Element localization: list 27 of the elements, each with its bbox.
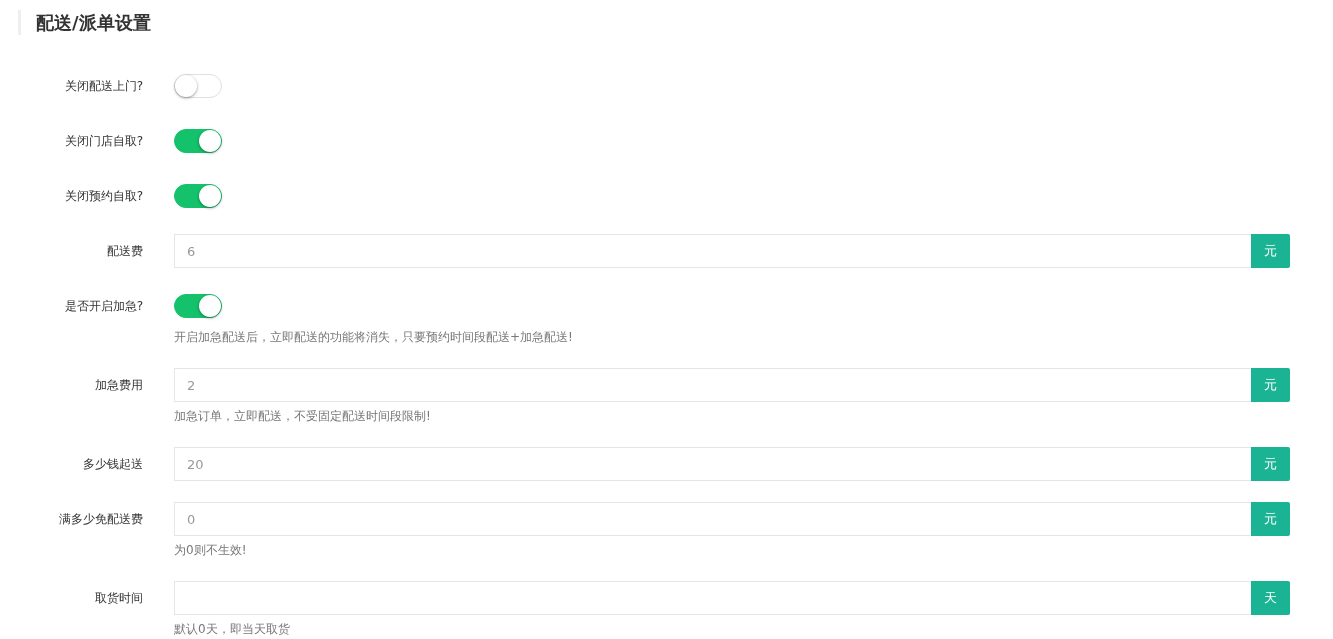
unit-label: 天 bbox=[1251, 581, 1290, 615]
field-label: 加急费用 bbox=[94, 376, 143, 394]
field-label: 是否开启加急? bbox=[63, 297, 143, 315]
input-field[interactable]: 0 bbox=[174, 502, 1251, 536]
field-label: 关闭门店自取? bbox=[63, 132, 143, 150]
help-text: 为0则不生效! bbox=[174, 542, 247, 559]
help-text: 默认0天，即当天取货 bbox=[174, 621, 290, 638]
field-label: 多少钱起送 bbox=[82, 455, 143, 473]
unit-label: 元 bbox=[1251, 502, 1290, 536]
input-field[interactable]: 6 bbox=[174, 234, 1251, 268]
help-text: 加急订单，立即配送，不受固定配送时间段限制! bbox=[174, 408, 431, 425]
field-label: 关闭配送上门? bbox=[63, 77, 143, 95]
field-label: 关闭预约自取? bbox=[63, 187, 143, 205]
input-field[interactable]: 2 bbox=[174, 368, 1251, 402]
toggle-switch[interactable] bbox=[174, 129, 222, 153]
section-title: 配送/派单设置 bbox=[18, 10, 1290, 35]
unit-label: 元 bbox=[1251, 234, 1290, 268]
unit-label: 元 bbox=[1251, 447, 1290, 481]
input-field[interactable] bbox=[174, 581, 1251, 615]
help-text: 开启加急配送后，立即配送的功能将消失，只要预约时间段配送+加急配送! bbox=[174, 329, 573, 346]
field-label: 满多少免配送费 bbox=[58, 510, 143, 528]
field-label: 取货时间 bbox=[94, 589, 143, 607]
input-field[interactable]: 20 bbox=[174, 447, 1251, 481]
toggle-switch[interactable] bbox=[174, 184, 222, 208]
toggle-switch[interactable] bbox=[174, 294, 222, 318]
unit-label: 元 bbox=[1251, 368, 1290, 402]
field-label: 配送费 bbox=[106, 242, 143, 260]
